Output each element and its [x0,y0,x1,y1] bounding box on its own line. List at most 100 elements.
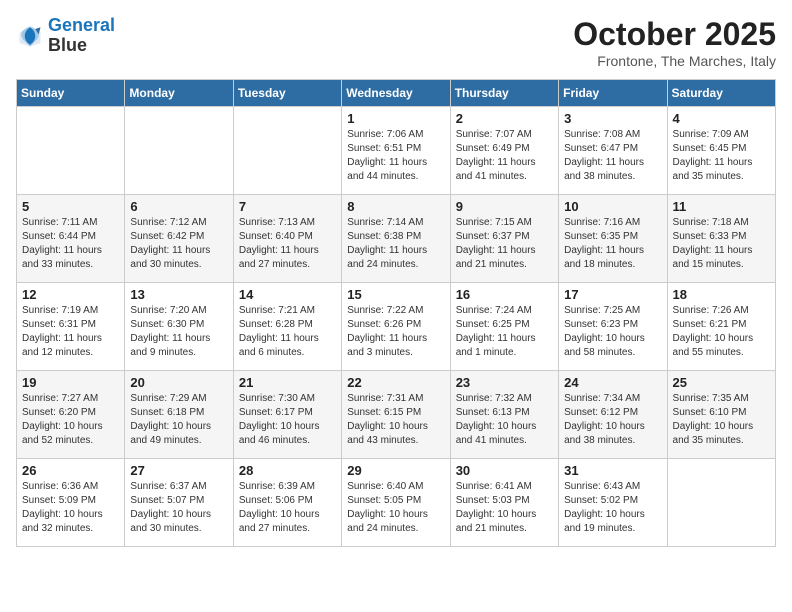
header-row: SundayMondayTuesdayWednesdayThursdayFrid… [17,80,776,107]
calendar-cell: 29Sunrise: 6:40 AM Sunset: 5:05 PM Dayli… [342,459,450,547]
day-number: 5 [22,199,119,214]
logo-line2: Blue [48,36,115,56]
day-header-friday: Friday [559,80,667,107]
day-info: Sunrise: 7:20 AM Sunset: 6:30 PM Dayligh… [130,304,227,360]
day-info: Sunrise: 7:29 AM Sunset: 6:18 PM Dayligh… [130,392,227,448]
day-number: 30 [456,463,553,478]
calendar-cell: 27 Sunrise: 6:37 AM Sunset: 5:07 PM Dayli… [125,459,233,547]
calendar-cell: 10 Sunrise: 7:16 AM Sunset: 6:35 PM Dayli… [559,195,667,283]
calendar-cell: 8 Sunrise: 7:14 AM Sunset: 6:38 PM Daylig… [342,195,450,283]
calendar-cell: 3Sunrise: 7:08 AM Sunset: 6:47 PM Daylig… [559,107,667,195]
calendar-cell [17,107,125,195]
day-info: Sunrise: 7:12 AM Sunset: 6:42 PM Dayligh… [130,216,227,272]
day-number: 17 [564,287,661,302]
day-info: Sunrise: 7:25 AM Sunset: 6:23 PM Dayligh… [564,304,661,360]
week-row-3: 12Sunrise: 7:19 AM Sunset: 6:31 PM Dayli… [17,283,776,371]
day-info: Sunrise: 7:31 AM Sunset: 6:15 PM Dayligh… [347,392,444,448]
calendar-cell: 25Sunrise: 7:35 AM Sunset: 6:10 PM Dayli… [667,371,775,459]
day-number: 20 [130,375,227,390]
logo-line1: General [48,15,115,35]
calendar-cell: 12Sunrise: 7:19 AM Sunset: 6:31 PM Dayli… [17,283,125,371]
day-header-thursday: Thursday [450,80,558,107]
calendar-cell: 20 Sunrise: 7:29 AM Sunset: 6:18 PM Dayli… [125,371,233,459]
calendar-cell: 13 Sunrise: 7:20 AM Sunset: 6:30 PM Dayli… [125,283,233,371]
week-row-1: 1 Sunrise: 7:06 AM Sunset: 6:51 PM Daylig… [17,107,776,195]
calendar-cell: 9 Sunrise: 7:15 AM Sunset: 6:37 PM Daylig… [450,195,558,283]
day-number: 13 [130,287,227,302]
calendar-cell: 30 Sunrise: 6:41 AM Sunset: 5:03 PM Dayli… [450,459,558,547]
location: Frontone, The Marches, Italy [573,53,776,69]
calendar-cell: 1 Sunrise: 7:06 AM Sunset: 6:51 PM Daylig… [342,107,450,195]
day-info: Sunrise: 6:43 AM Sunset: 5:02 PM Dayligh… [564,480,661,536]
calendar-cell: 22 Sunrise: 7:31 AM Sunset: 6:15 PM Dayli… [342,371,450,459]
page-header: General Blue October 2025 Frontone, The … [16,16,776,69]
day-number: 14 [239,287,336,302]
calendar-cell: 17 Sunrise: 7:25 AM Sunset: 6:23 PM Dayli… [559,283,667,371]
day-info: Sunrise: 7:26 AM Sunset: 6:21 PM Dayligh… [673,304,770,360]
day-number: 22 [347,375,444,390]
day-info: Sunrise: 6:39 AM Sunset: 5:06 PM Dayligh… [239,480,336,536]
day-number: 11 [673,199,770,214]
calendar-cell: 23Sunrise: 7:32 AM Sunset: 6:13 PM Dayli… [450,371,558,459]
calendar-cell [233,107,341,195]
day-info: Sunrise: 7:14 AM Sunset: 6:38 PM Dayligh… [347,216,444,272]
day-number: 24 [564,375,661,390]
day-number: 9 [456,199,553,214]
day-header-wednesday: Wednesday [342,80,450,107]
logo-icon [16,22,44,50]
day-number: 29 [347,463,444,478]
day-info: Sunrise: 7:24 AM Sunset: 6:25 PM Dayligh… [456,304,553,360]
calendar-cell: 6 Sunrise: 7:12 AM Sunset: 6:42 PM Daylig… [125,195,233,283]
day-number: 7 [239,199,336,214]
logo-text: General Blue [48,16,115,56]
calendar-cell: 19Sunrise: 7:27 AM Sunset: 6:20 PM Dayli… [17,371,125,459]
day-info: Sunrise: 7:21 AM Sunset: 6:28 PM Dayligh… [239,304,336,360]
day-info: Sunrise: 7:15 AM Sunset: 6:37 PM Dayligh… [456,216,553,272]
calendar-table: SundayMondayTuesdayWednesdayThursdayFrid… [16,79,776,547]
calendar-cell: 5 Sunrise: 7:11 AM Sunset: 6:44 PM Daylig… [17,195,125,283]
day-number: 16 [456,287,553,302]
day-number: 8 [347,199,444,214]
day-number: 27 [130,463,227,478]
week-row-4: 19Sunrise: 7:27 AM Sunset: 6:20 PM Dayli… [17,371,776,459]
day-number: 6 [130,199,227,214]
day-number: 3 [564,111,661,126]
day-number: 10 [564,199,661,214]
calendar-cell: 24Sunrise: 7:34 AM Sunset: 6:12 PM Dayli… [559,371,667,459]
day-info: Sunrise: 6:37 AM Sunset: 5:07 PM Dayligh… [130,480,227,536]
day-header-tuesday: Tuesday [233,80,341,107]
day-info: Sunrise: 7:11 AM Sunset: 6:44 PM Dayligh… [22,216,119,272]
calendar-cell: 7Sunrise: 7:13 AM Sunset: 6:40 PM Daylig… [233,195,341,283]
calendar-cell: 18Sunrise: 7:26 AM Sunset: 6:21 PM Dayli… [667,283,775,371]
day-info: Sunrise: 7:27 AM Sunset: 6:20 PM Dayligh… [22,392,119,448]
calendar-cell: 28 Sunrise: 6:39 AM Sunset: 5:06 PM Dayli… [233,459,341,547]
day-number: 31 [564,463,661,478]
day-info: Sunrise: 6:36 AM Sunset: 5:09 PM Dayligh… [22,480,119,536]
day-info: Sunrise: 7:16 AM Sunset: 6:35 PM Dayligh… [564,216,661,272]
calendar-cell: 15Sunrise: 7:22 AM Sunset: 6:26 PM Dayli… [342,283,450,371]
calendar-cell: 31 Sunrise: 6:43 AM Sunset: 5:02 PM Dayli… [559,459,667,547]
calendar-cell: 26 Sunrise: 6:36 AM Sunset: 5:09 PM Dayli… [17,459,125,547]
day-header-sunday: Sunday [17,80,125,107]
month-title: October 2025 [573,16,776,53]
calendar-cell [667,459,775,547]
day-number: 28 [239,463,336,478]
day-header-saturday: Saturday [667,80,775,107]
week-row-2: 5 Sunrise: 7:11 AM Sunset: 6:44 PM Daylig… [17,195,776,283]
calendar-cell: 11Sunrise: 7:18 AM Sunset: 6:33 PM Dayli… [667,195,775,283]
day-info: Sunrise: 7:09 AM Sunset: 6:45 PM Dayligh… [673,128,770,184]
day-number: 1 [347,111,444,126]
day-number: 25 [673,375,770,390]
day-number: 21 [239,375,336,390]
calendar-cell: 2Sunrise: 7:07 AM Sunset: 6:49 PM Daylig… [450,107,558,195]
title-area: October 2025 Frontone, The Marches, Ital… [573,16,776,69]
calendar-cell: 14 Sunrise: 7:21 AM Sunset: 6:28 PM Dayli… [233,283,341,371]
day-info: Sunrise: 6:41 AM Sunset: 5:03 PM Dayligh… [456,480,553,536]
day-info: Sunrise: 7:06 AM Sunset: 6:51 PM Dayligh… [347,128,444,184]
day-number: 26 [22,463,119,478]
day-info: Sunrise: 7:07 AM Sunset: 6:49 PM Dayligh… [456,128,553,184]
day-number: 4 [673,111,770,126]
calendar-cell: 4 Sunrise: 7:09 AM Sunset: 6:45 PM Daylig… [667,107,775,195]
day-info: Sunrise: 7:19 AM Sunset: 6:31 PM Dayligh… [22,304,119,360]
day-header-monday: Monday [125,80,233,107]
